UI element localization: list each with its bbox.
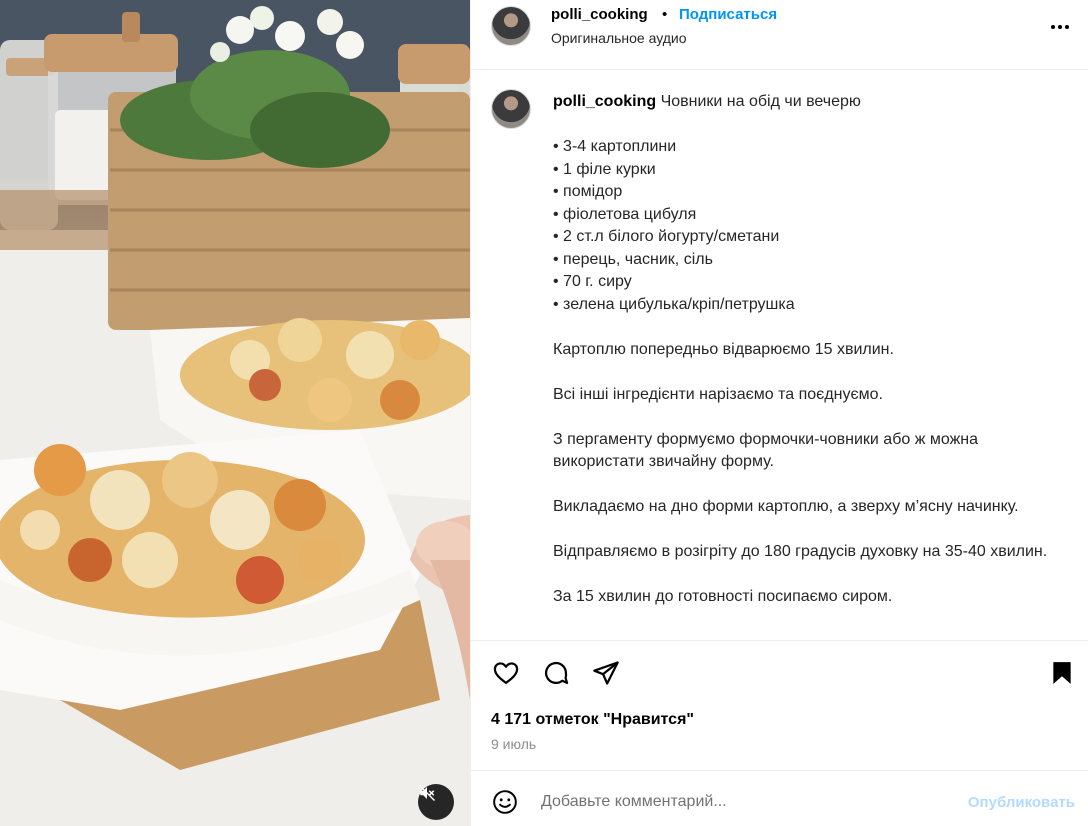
emoji-button[interactable] <box>490 787 520 817</box>
caption-gap <box>553 406 1053 429</box>
recipe-step: Відправляємо в розігріту до 180 градусів… <box>553 543 1048 560</box>
publish-button[interactable]: Опубликовать <box>968 794 1075 811</box>
post-actions: 4 171 отметок "Нравится" 9 июль <box>471 640 1088 770</box>
author-avatar[interactable] <box>491 6 531 46</box>
ingredient-item: • перець, часник, сіль <box>553 250 713 268</box>
more-options-button[interactable] <box>1047 14 1073 40</box>
likes-count[interactable]: 4 171 отметок "Нравится" <box>491 711 694 729</box>
caption-gap <box>553 474 1053 497</box>
more-horizontal-icon <box>1051 25 1055 29</box>
emoji-icon <box>493 790 517 814</box>
food-photo-illustration <box>0 0 470 826</box>
follow-button[interactable]: Подписаться <box>679 6 777 23</box>
caption-gap <box>553 361 1053 384</box>
author-username[interactable]: polli_cooking <box>551 6 648 23</box>
recipe-step: Всі інші інгредієнти нарізаємо та поєдну… <box>553 385 883 403</box>
post-media-video[interactable] <box>0 0 470 826</box>
ingredient-item: • 3-4 картоплини <box>553 138 677 155</box>
comment-button[interactable] <box>540 657 572 689</box>
ingredient-item: • 2 ст.л білого йогурту/сметани <box>553 228 780 245</box>
ingredient-item: • 1 філе курки <box>553 160 656 178</box>
post-header: polli_cooking • Подписаться Оригинальное… <box>471 0 1088 70</box>
recipe-step: Викладаємо на дно форми картоплю, а звер… <box>553 498 1019 515</box>
header-separator: • <box>662 6 668 23</box>
more-dot <box>1058 25 1062 29</box>
original-audio-link[interactable]: Оригинальное аудио <box>551 30 687 46</box>
mute-toggle-button[interactable] <box>418 784 454 820</box>
recipe-step: Картоплю попередньо відварюємо 15 хвилин… <box>553 340 894 358</box>
comment-bar: Опубликовать <box>471 770 1088 826</box>
comment-input[interactable] <box>541 793 941 811</box>
ingredient-item: • 70 г. сиру <box>553 273 632 290</box>
post-date[interactable]: 9 июль <box>491 736 536 752</box>
ingredient-item: • зелена цибулька/кріп/петрушка <box>553 295 795 313</box>
caption-scroll-area[interactable]: polli_cooking Човники на обід чи вечерю … <box>471 71 1088 639</box>
like-button[interactable] <box>490 657 522 689</box>
comment-icon <box>544 661 569 685</box>
post-caption: polli_cooking Човники на обід чи вечерю … <box>553 91 1053 609</box>
save-button[interactable] <box>1046 657 1078 689</box>
recipe-step: З пергаменту формуємо формочки-човники а… <box>553 430 978 471</box>
caption-gap <box>553 519 1053 542</box>
more-dot <box>1065 25 1069 29</box>
ingredient-item: • помідор <box>553 183 623 200</box>
share-button[interactable] <box>590 657 622 689</box>
caption-gap <box>553 114 1053 137</box>
recipe-step: За 15 хвилин до готовності посипаємо сир… <box>553 588 893 605</box>
ingredient-item: • фіолетова цибуля <box>553 205 697 223</box>
caption-gap <box>553 316 1053 339</box>
speaker-muted-icon <box>418 784 436 802</box>
bookmark-icon <box>1053 662 1071 684</box>
share-icon <box>593 661 619 685</box>
caption-gap <box>553 564 1053 587</box>
caption-title-line: polli_cooking Човники на обід чи вечерю <box>553 91 1053 114</box>
caption-author-avatar[interactable] <box>491 89 531 129</box>
heart-icon <box>493 662 519 685</box>
post-details-panel: polli_cooking • Подписаться Оригинальное… <box>470 0 1088 826</box>
caption-username[interactable]: polli_cooking <box>553 93 656 110</box>
caption-title: Човники на обід чи вечерю <box>660 93 861 110</box>
